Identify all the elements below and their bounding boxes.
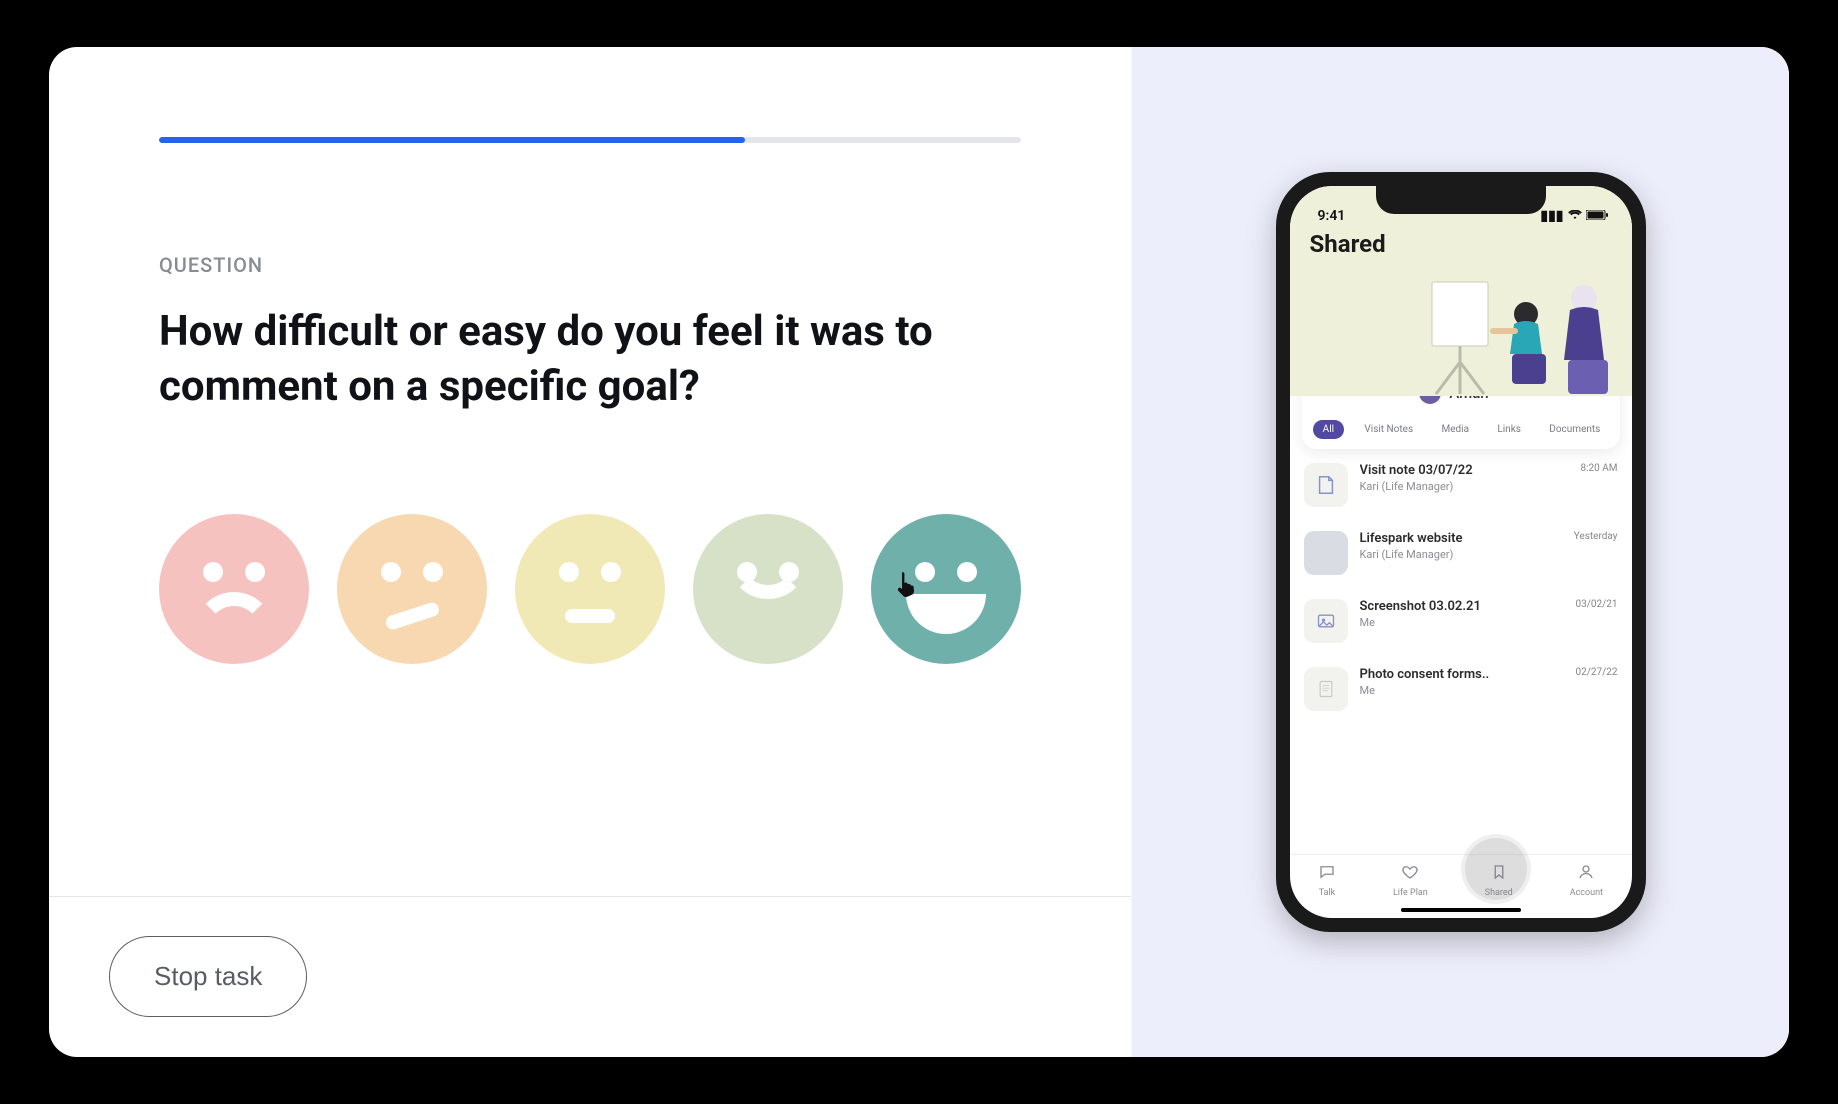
phone-filter-tabs: All Visit Notes Media Links Documents (1302, 414, 1620, 441)
note-icon (1304, 463, 1348, 507)
list-item-subtitle: Kari (Life Manager) (1360, 480, 1563, 493)
home-indicator (1401, 908, 1521, 912)
rating-face-difficult[interactable] (337, 514, 487, 664)
rating-faces (159, 514, 1021, 664)
phone-hero: Shared (1290, 226, 1632, 396)
phone-tab-visit-notes[interactable]: Visit Notes (1356, 420, 1421, 439)
tabbar-talk[interactable]: Talk (1318, 863, 1336, 898)
person-icon (1577, 863, 1595, 885)
rating-face-very-difficult[interactable] (159, 514, 309, 664)
battery-icon (1586, 208, 1608, 224)
question-text: How difficult or easy do you feel it was… (159, 305, 959, 414)
progress-fill (159, 137, 745, 143)
survey-panel: QUESTION How difficult or easy do you fe… (49, 47, 1132, 1057)
progress-bar (159, 137, 1021, 143)
neutral-icon (565, 609, 615, 623)
list-item[interactable]: Visit note 03/07/22 Kari (Life Manager) … (1302, 451, 1620, 519)
document-icon (1304, 667, 1348, 711)
tabbar-account[interactable]: Account (1570, 863, 1603, 898)
phone-status-time: 9:41 (1318, 208, 1346, 224)
grin-icon (906, 594, 986, 634)
list-item[interactable]: Lifespark website Kari (Life Manager) Ye… (1302, 519, 1620, 587)
tabbar-label: Life Plan (1393, 888, 1428, 898)
rating-face-neutral[interactable] (515, 514, 665, 664)
phone-tab-media[interactable]: Media (1433, 420, 1477, 439)
phone-status-icons: ▮▮▮ (1540, 208, 1607, 224)
list-item-time: Yesterday (1574, 531, 1618, 542)
list-item[interactable]: Screenshot 03.02.21 Me 03/02/21 (1302, 587, 1620, 655)
phone-tab-links[interactable]: Links (1489, 420, 1529, 439)
tabbar-label: Talk (1319, 888, 1336, 898)
tap-indicator-icon (1465, 838, 1527, 900)
uneasy-icon (384, 601, 441, 631)
frown-icon (194, 592, 274, 672)
phone-mockup: 9:41 ▮▮▮ Shared (1276, 172, 1646, 932)
list-item-time: 03/02/21 (1576, 599, 1618, 610)
list-item-subtitle: Me (1360, 684, 1558, 697)
hero-illustration (1418, 276, 1618, 396)
smile-icon (728, 519, 808, 599)
photo-thumb-icon (1304, 531, 1348, 575)
phone-page-title: Shared (1310, 230, 1612, 258)
list-item-title: Lifespark website (1360, 531, 1556, 546)
list-item-subtitle: Kari (Life Manager) (1360, 548, 1556, 561)
tabbar-label: Account (1570, 888, 1603, 898)
tabbar-life-plan[interactable]: Life Plan (1393, 863, 1428, 898)
phone-screen: 9:41 ▮▮▮ Shared (1290, 186, 1632, 918)
signal-icon: ▮▮▮ (1540, 208, 1563, 224)
stop-task-button[interactable]: Stop task (109, 936, 307, 1017)
question-overline: QUESTION (159, 253, 1021, 277)
list-item-subtitle: Me (1360, 616, 1558, 629)
chat-icon (1318, 863, 1336, 885)
list-item-title: Visit note 03/07/22 (1360, 463, 1563, 478)
rating-face-very-easy[interactable] (871, 514, 1021, 664)
list-item-time: 02/27/22 (1576, 667, 1618, 678)
phone-shared-list[interactable]: Visit note 03/07/22 Kari (Life Manager) … (1290, 449, 1632, 854)
preview-panel: 9:41 ▮▮▮ Shared (1132, 47, 1789, 1057)
rating-face-easy[interactable] (693, 514, 843, 664)
list-item-title: Screenshot 03.02.21 (1360, 599, 1558, 614)
phone-notch (1376, 186, 1546, 214)
list-item-title: Photo consent forms.. (1360, 667, 1558, 682)
phone-tabbar: Talk Life Plan Shared (1290, 854, 1632, 918)
phone-tab-documents[interactable]: Documents (1541, 420, 1608, 439)
app-card: QUESTION How difficult or easy do you fe… (49, 47, 1789, 1057)
list-item[interactable]: Photo consent forms.. Me 02/27/22 (1302, 655, 1620, 723)
list-item-time: 8:20 AM (1580, 463, 1617, 474)
heart-icon (1401, 863, 1419, 885)
image-icon (1304, 599, 1348, 643)
phone-tab-all[interactable]: All (1313, 420, 1344, 439)
wifi-icon (1568, 208, 1582, 224)
footer-divider (49, 896, 1131, 897)
